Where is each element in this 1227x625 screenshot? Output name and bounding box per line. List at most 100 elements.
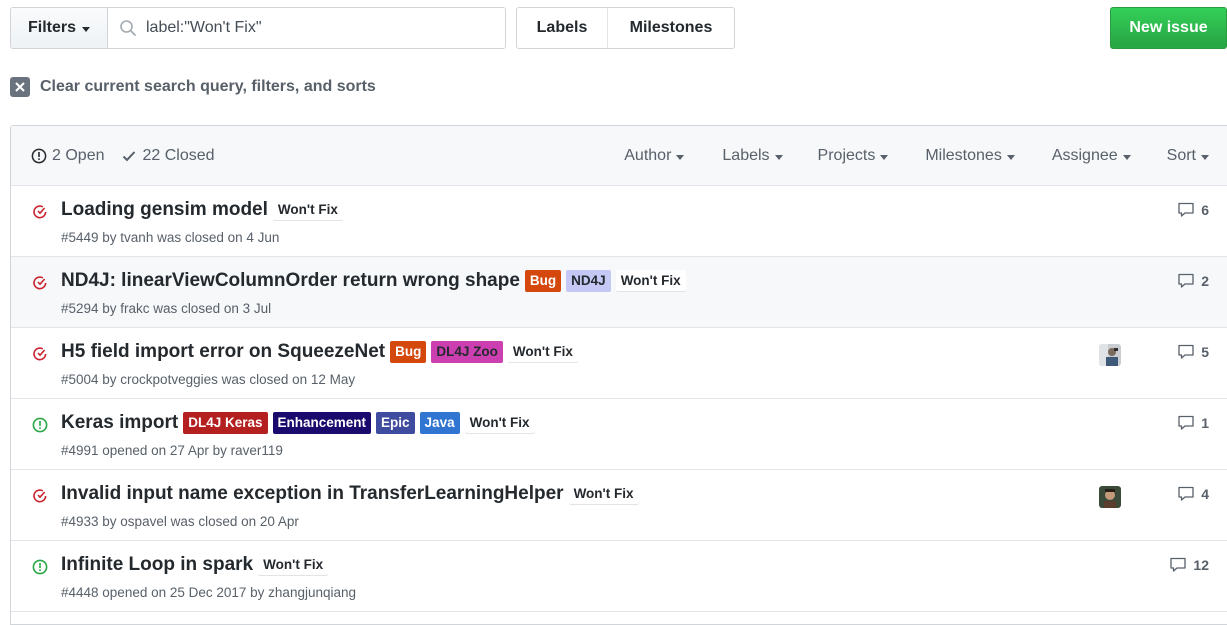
open-issues-tab[interactable]: 2 Open (31, 147, 104, 165)
clear-query-label: Clear current search query, filters, and… (40, 78, 376, 95)
issue-label[interactable]: DL4J Keras (183, 412, 268, 434)
issue-title-line: Invalid input name exception in Transfer… (61, 483, 639, 505)
issue-opened-icon (31, 148, 47, 164)
comment-count: 1 (1201, 415, 1209, 431)
comments-link[interactable]: 6 (1177, 202, 1209, 218)
comment-icon (1169, 557, 1193, 573)
comments-link[interactable]: 12 (1169, 557, 1209, 573)
issue-title-link[interactable]: H5 field import error on SqueezeNet (61, 341, 385, 363)
issue-row[interactable]: Loading gensim model Won't Fix #5449 by tv… (11, 186, 1227, 257)
author-filter[interactable]: Author (624, 147, 685, 165)
issue-closed-icon (31, 274, 49, 292)
issue-label[interactable]: Won't Fix (258, 554, 329, 576)
issue-title-link[interactable]: Infinite Loop in spark (61, 554, 253, 576)
issue-title-link[interactable]: ND4J: linearViewColumnOrder return wrong… (61, 270, 520, 292)
chevron-down-icon (1006, 154, 1015, 160)
issue-row[interactable]: Infinite Loop in spark Won't Fix #4448 ope… (11, 541, 1227, 612)
issue-label[interactable]: Java (419, 412, 460, 434)
labels-filter[interactable]: Labels (722, 147, 783, 165)
comments-link[interactable]: 1 (1177, 415, 1209, 431)
issue-title-line: ND4J: linearViewColumnOrder return wrong… (61, 270, 686, 292)
issue-meta: #5294 by frakc was closed on 3 Jul (61, 301, 272, 316)
author-filter-label: Author (624, 147, 672, 164)
new-issue-button[interactable]: New issue (1110, 7, 1227, 49)
issue-opened-icon (31, 416, 49, 434)
issue-meta: #5449 by tvanh was closed on 4 Jun (61, 230, 280, 245)
issue-label[interactable]: ND4J (566, 270, 611, 292)
issue-title-line: H5 field import error on SqueezeNet Bug DL… (61, 341, 578, 363)
comments-link[interactable]: 2 (1177, 273, 1209, 289)
issue-rows: Loading gensim model Won't Fix #5449 by tv… (11, 186, 1227, 612)
comment-icon (1177, 344, 1201, 360)
labels-filter-label: Labels (722, 147, 770, 164)
issue-title-line: Keras import DL4J Keras Enhancement Epic Jav… (61, 412, 535, 434)
comment-icon (1177, 486, 1201, 502)
issue-label[interactable]: Epic (376, 412, 415, 434)
issue-label[interactable]: Won't Fix (615, 270, 686, 292)
issue-meta: #4991 opened on 27 Apr by raver119 (61, 443, 283, 458)
projects-filter-label: Projects (817, 147, 876, 164)
milestones-filter[interactable]: Milestones (925, 147, 1015, 165)
issue-meta: #4448 opened on 25 Dec 2017 by zhangjunq… (61, 585, 357, 600)
chevron-down-icon (82, 26, 90, 32)
issue-opened-icon (31, 558, 49, 576)
comment-count: 12 (1193, 557, 1209, 573)
assignee-filter-label: Assignee (1051, 147, 1118, 164)
search-icon (120, 20, 136, 36)
issue-closed-icon (31, 345, 49, 363)
filter-menus: Author Labels Projects Milestones Assign… (624, 126, 1209, 186)
assignee-avatar[interactable] (1099, 344, 1121, 366)
issue-label[interactable]: Bug (390, 341, 427, 363)
state-tabs: 2 Open 22 Closed (31, 126, 232, 186)
issue-label[interactable]: Bug (524, 270, 562, 292)
comments-link[interactable]: 4 (1177, 486, 1209, 502)
issue-row[interactable]: Invalid input name exception in Transfer… (11, 470, 1227, 541)
issue-title-link[interactable]: Loading gensim model (61, 199, 268, 221)
issue-label[interactable]: DL4J Zoo (431, 341, 503, 363)
issue-title-link[interactable]: Keras import (61, 412, 178, 434)
issues-list-box: 2 Open 22 Closed Author Labels Projects … (10, 125, 1227, 625)
assignee-avatar[interactable] (1099, 486, 1121, 508)
clear-query-link[interactable]: Clear current search query, filters, and… (10, 77, 376, 97)
comment-count: 6 (1201, 202, 1209, 218)
comment-count: 2 (1201, 273, 1209, 289)
sort-menu-label: Sort (1166, 147, 1196, 164)
issues-list-header: 2 Open 22 Closed Author Labels Projects … (11, 126, 1227, 186)
issue-label[interactable]: Won't Fix (507, 341, 578, 363)
chevron-down-icon (774, 154, 783, 160)
open-count-label: 2 Open (52, 147, 105, 164)
issue-closed-icon (31, 203, 49, 221)
closed-count-label: 22 Closed (142, 147, 215, 164)
issue-row[interactable]: H5 field import error on SqueezeNet Bug DL… (11, 328, 1227, 399)
filters-button-label: Filters (27, 19, 76, 36)
issues-toolbar: Filters Labels Milestones New issue (10, 7, 1227, 51)
close-icon (10, 77, 30, 97)
issue-title-link[interactable]: Invalid input name exception in Transfer… (61, 483, 564, 505)
issue-title-line: Loading gensim model Won't Fix (61, 199, 343, 221)
comment-count: 4 (1201, 486, 1209, 502)
issue-label[interactable]: Won't Fix (568, 483, 639, 505)
projects-filter[interactable]: Projects (818, 147, 889, 165)
check-icon (123, 151, 136, 162)
milestones-filter-label: Milestones (925, 147, 1002, 164)
filters-button[interactable]: Filters (11, 8, 108, 48)
comments-link[interactable]: 5 (1177, 344, 1209, 360)
issue-title-line: Infinite Loop in spark Won't Fix (61, 554, 329, 576)
issue-label[interactable]: Won't Fix (464, 412, 535, 434)
assignee-filter[interactable]: Assignee (1052, 147, 1131, 165)
search-field[interactable] (108, 8, 505, 48)
chevron-down-icon (676, 154, 685, 160)
labels-link[interactable]: Labels (517, 8, 608, 48)
milestones-link[interactable]: Milestones (608, 8, 734, 48)
issue-row[interactable]: Keras import DL4J Keras Enhancement Epic Jav… (11, 399, 1227, 470)
issue-row[interactable]: ND4J: linearViewColumnOrder return wrong… (11, 257, 1227, 328)
chevron-down-icon (1122, 154, 1131, 160)
chevron-down-icon (880, 154, 889, 160)
issue-label[interactable]: Won't Fix (272, 199, 343, 221)
search-input[interactable] (108, 8, 505, 48)
closed-issues-tab[interactable]: 22 Closed (121, 147, 215, 165)
filters-search-group: Filters (10, 7, 506, 49)
issue-meta: #4933 by ospavel was closed on 20 Apr (61, 514, 299, 529)
sort-menu[interactable]: Sort (1167, 147, 1209, 165)
issue-label[interactable]: Enhancement (272, 412, 372, 434)
